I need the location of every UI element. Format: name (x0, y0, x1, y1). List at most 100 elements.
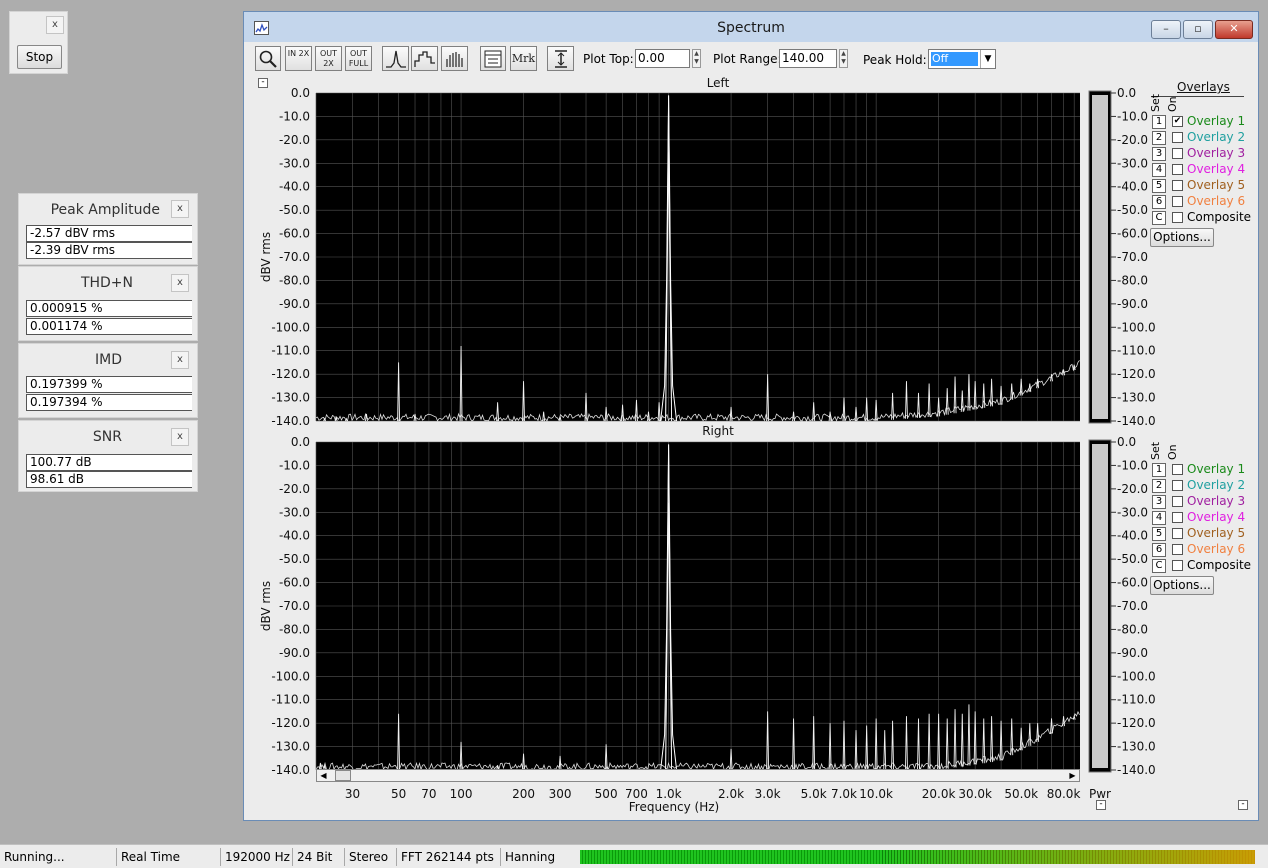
stop-button[interactable]: Stop (17, 45, 62, 69)
spectral-peak (1050, 718, 1053, 734)
overlay-checkbox[interactable] (1172, 148, 1183, 159)
overlay-set-button[interactable]: 1 (1152, 463, 1166, 477)
meter-close-button[interactable]: x (171, 428, 189, 446)
overlay-checkbox[interactable] (1172, 196, 1183, 207)
overlay-checkbox[interactable]: ✔ (1172, 116, 1183, 127)
overlay-set-button[interactable]: 5 (1152, 527, 1166, 541)
spectral-peak (945, 718, 949, 769)
overlay-set-button[interactable]: 6 (1152, 195, 1166, 209)
overlay-set-button[interactable]: 2 (1152, 479, 1166, 493)
spectral-peak (1062, 369, 1066, 376)
overlay-set-button[interactable]: 3 (1152, 495, 1166, 509)
spectral-peak (960, 390, 964, 412)
step-plot-button[interactable] (411, 46, 438, 71)
pwr-tick-label: -40.0 (1117, 529, 1148, 543)
overlay-label: Overlay 3 (1187, 146, 1246, 160)
maximize-button[interactable]: ▫ (1183, 20, 1213, 39)
stop-panel-close-button[interactable]: x (46, 16, 64, 34)
overlay-set-header: Set (1149, 93, 1162, 112)
magnifier-icon (259, 50, 277, 68)
overlay-row: 6 Overlay 6 (1152, 542, 1252, 558)
minimize-button[interactable]: – (1151, 20, 1181, 39)
zoom-out-2x-button[interactable]: OUT 2X (315, 46, 342, 71)
spectral-peak (1036, 723, 1040, 742)
bar-plot-button[interactable] (441, 46, 468, 71)
meter-close-button[interactable]: x (171, 351, 189, 369)
overlay-checkbox[interactable] (1172, 512, 1183, 523)
overlay-checkbox[interactable] (1172, 212, 1183, 223)
pwr-tick-label: -100.0 (1117, 669, 1156, 683)
overlay-set-button[interactable]: 6 (1152, 543, 1166, 557)
overlay-checkbox[interactable] (1172, 544, 1183, 555)
spectral-peak (323, 417, 327, 422)
plot-range-spinner[interactable]: ▲ ▼ (839, 49, 848, 68)
y-tick-label: -120.0 (271, 367, 310, 381)
spectral-peak (842, 397, 846, 422)
overlay-label: Overlay 4 (1187, 162, 1246, 176)
window-icon (484, 50, 502, 68)
meter-close-button[interactable]: x (171, 200, 189, 218)
x-tick-label: 700 (625, 787, 648, 801)
y-tick-label: -90.0 (279, 646, 310, 660)
overlay-set-button[interactable]: 1 (1152, 115, 1166, 129)
spectral-peak (953, 709, 957, 768)
y-tick-label: -100.0 (271, 320, 310, 334)
overlay-checkbox[interactable] (1172, 132, 1183, 143)
y-tick-label: -70.0 (279, 250, 310, 264)
overlay-set-button[interactable]: 3 (1152, 147, 1166, 161)
window-titlebar[interactable]: Spectrum – ▫ ✕ (244, 12, 1258, 42)
status-running: Running... (4, 850, 65, 864)
scroll-thumb[interactable] (335, 770, 351, 781)
overlay-checkbox[interactable] (1172, 180, 1183, 191)
overlay-set-button[interactable]: 2 (1152, 131, 1166, 145)
plot-top-label: Plot Top: (583, 52, 634, 66)
spectral-peak (990, 378, 994, 407)
pwr-tick-label: -110.0 (1117, 344, 1156, 358)
y-tick-label: -60.0 (279, 227, 310, 241)
pwr-tick-label: -140.0 (1117, 763, 1156, 777)
scroll-right-arrow[interactable]: ▶ (1066, 770, 1079, 781)
pwr-tick-label: -20.0 (1117, 482, 1148, 496)
plot-range-input[interactable]: 140.00 (779, 49, 837, 68)
zoom-out-full-button[interactable]: OUT FULL (345, 46, 372, 71)
collapse-bottom-right-icon[interactable]: - (1238, 800, 1248, 810)
zoom-in-2x-button[interactable]: IN 2X (285, 46, 312, 71)
overlay-checkbox[interactable] (1172, 464, 1183, 475)
overlay-checkbox[interactable] (1172, 164, 1183, 175)
peak-hold-select[interactable]: Off ▼ (928, 49, 996, 69)
pwr-meter-fill (1092, 95, 1108, 419)
spectral-peak (1010, 383, 1014, 400)
collapse-top-icon[interactable]: - (258, 78, 268, 88)
overlay-set-button[interactable]: 5 (1152, 179, 1166, 193)
overlay-options-button[interactable]: Options... (1150, 228, 1214, 247)
overlay-set-button[interactable]: 4 (1152, 511, 1166, 525)
horizontal-scrollbar[interactable]: ◀ ▶ (316, 769, 1080, 782)
overlay-options-button[interactable]: Options... (1150, 576, 1214, 595)
overlay-set-button[interactable]: C (1152, 211, 1166, 225)
meter-close-button[interactable]: x (171, 274, 189, 292)
overlay-checkbox[interactable] (1172, 480, 1183, 491)
spectral-peak (812, 402, 816, 422)
plot-top-input[interactable]: 0.00 (635, 49, 690, 68)
spectral-peak (883, 730, 887, 771)
spectral-peak (1072, 714, 1076, 720)
display-settings-button[interactable] (480, 46, 506, 71)
overlay-checkbox[interactable] (1172, 528, 1183, 539)
overlay-set-button[interactable]: 4 (1152, 163, 1166, 177)
pwr-tick-label: -110.0 (1117, 693, 1156, 707)
overlay-label: Composite (1187, 558, 1252, 572)
autoscale-button[interactable] (547, 46, 574, 71)
overlay-checkbox[interactable] (1172, 496, 1183, 507)
scroll-left-arrow[interactable]: ◀ (317, 770, 330, 781)
zoom-tool-button[interactable] (255, 46, 281, 71)
collapse-bottom-left-icon[interactable]: - (1096, 800, 1106, 810)
overlay-row: 2 Overlay 2 (1152, 478, 1252, 494)
plot-top-spinner[interactable]: ▲ ▼ (692, 49, 701, 68)
overlay-set-button[interactable]: C (1152, 559, 1166, 573)
pwr-tick-label: -120.0 (1117, 367, 1156, 381)
chart-title: Left (707, 76, 730, 90)
close-button[interactable]: ✕ (1215, 20, 1253, 39)
overlay-checkbox[interactable] (1172, 560, 1183, 571)
marker-button[interactable]: Mrk (510, 46, 537, 71)
line-plot-button[interactable] (382, 46, 409, 71)
